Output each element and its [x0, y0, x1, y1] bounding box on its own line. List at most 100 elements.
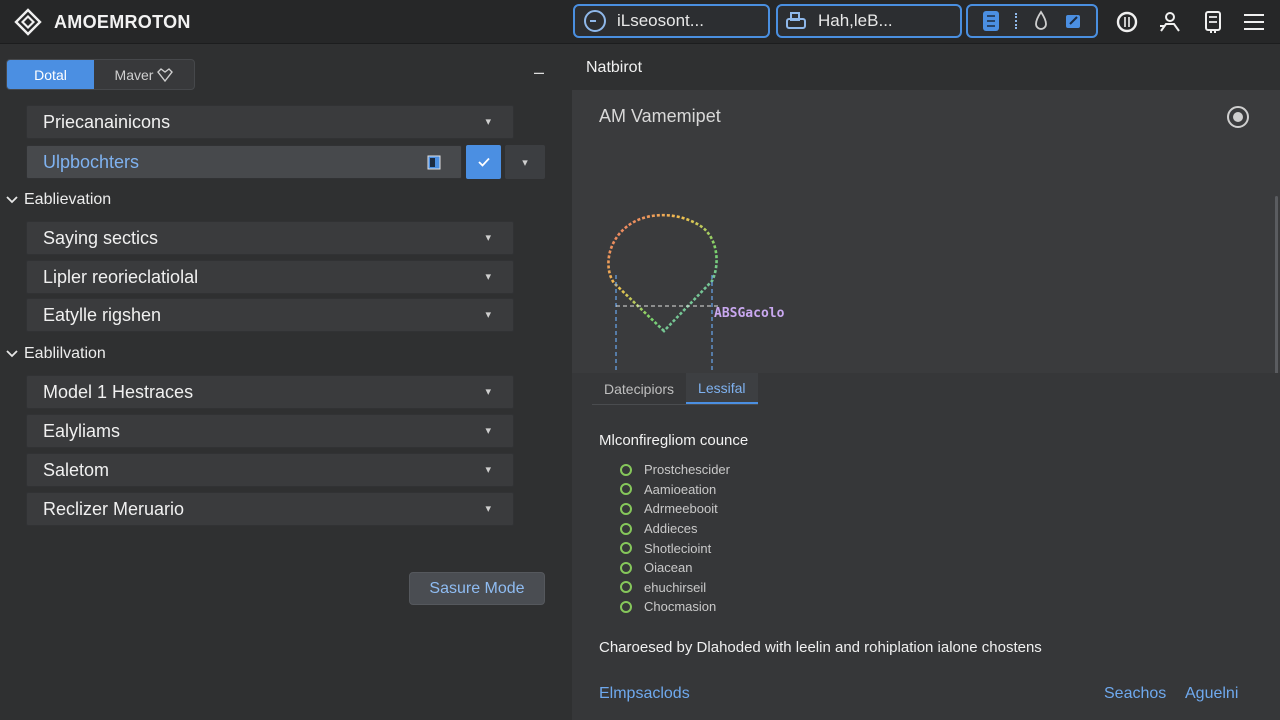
separator	[1015, 13, 1018, 29]
search-field-2-text: Hah,leB...	[818, 11, 893, 30]
radio-icon	[620, 542, 632, 555]
logo-icon	[14, 8, 42, 36]
examples-link[interactable]: Elmpsaclods	[599, 685, 690, 703]
save-icon[interactable]	[1199, 8, 1227, 36]
cube-icon[interactable]	[1064, 12, 1082, 30]
group-header-1[interactable]: Eablievation	[6, 191, 111, 209]
chevron-down-icon: ▾	[522, 156, 528, 169]
view-toggle: Dotal Maver	[6, 59, 195, 90]
option-list: Prostchescider Aamioeation Adrmeebooit A…	[620, 460, 730, 617]
list-item[interactable]: Reclizer Meruario ▾	[26, 492, 514, 526]
agent-link[interactable]: Aguelni	[1185, 685, 1238, 703]
user-swap-icon[interactable]	[1156, 8, 1184, 36]
left-panel: Dotal Maver – Priecanainicons ▾ Ulpbocht…	[0, 45, 571, 720]
chevron-down-icon: ▾	[485, 386, 491, 398]
list-item-label: Priecanainicons	[43, 111, 171, 132]
document-icon	[427, 155, 441, 170]
chevron-down-icon: ▾	[485, 503, 491, 515]
chevron-down-icon: ▾	[485, 464, 491, 476]
search-field-1[interactable]: iLseosont...	[573, 4, 770, 38]
option-label: Addieces	[644, 521, 698, 537]
list-item-label: Ulpbochters	[43, 151, 140, 172]
top-bar: AMOEMROTON iLseosont... Hah,leB...	[0, 0, 1280, 44]
chevron-down-icon: ▾	[485, 116, 491, 128]
group-label: Eablievation	[24, 191, 112, 208]
tab-lessifal[interactable]: Lessifal	[686, 373, 758, 404]
app-title: AMOEMROTON	[54, 11, 191, 32]
radio-option[interactable]: Prostchescider	[620, 460, 730, 480]
circle-icon[interactable]	[1113, 8, 1141, 36]
tab-bar: Datecipiors Lessifal	[592, 373, 758, 405]
list-item[interactable]: Priecanainicons ▾	[26, 105, 514, 139]
list-item[interactable]: Eatylle rigshen ▾	[26, 298, 514, 332]
minimize-icon[interactable]: –	[530, 62, 548, 82]
segment-detail[interactable]: Dotal	[7, 60, 94, 89]
right-panel: Natbirot AM Vamemipet ABSGacolo Datecipi…	[572, 45, 1280, 720]
chevron-down-icon	[6, 194, 18, 206]
group-header-2[interactable]: Eablilvation	[6, 345, 106, 363]
printer-icon	[784, 10, 808, 32]
chevron-down-icon: ▾	[485, 271, 491, 283]
list-item[interactable]: Model 1 Hestraces ▾	[26, 375, 514, 409]
search-link[interactable]: Seachos	[1104, 685, 1166, 703]
radio-option[interactable]: Shotlecioint	[620, 538, 730, 558]
section-title: Mlconfiregliom counce	[599, 432, 749, 449]
segment-maver[interactable]: Maver	[94, 60, 194, 89]
chevron-down-icon: ▾	[485, 309, 491, 321]
radio-icon	[620, 600, 632, 613]
option-label: Aamioeation	[644, 481, 717, 497]
menu-icon[interactable]	[1240, 8, 1268, 36]
radio-icon	[620, 561, 632, 574]
card-title: AM Vamemipet	[599, 106, 721, 126]
radio-icon	[620, 463, 632, 476]
list-item-label: Model 1 Hestraces	[43, 381, 194, 402]
radio-option[interactable]: Aamioeation	[620, 480, 730, 500]
help-icon[interactable]	[1226, 105, 1250, 129]
tab-descriptors[interactable]: Datecipiors	[592, 373, 686, 404]
list-item[interactable]: Saletom ▾	[26, 453, 514, 487]
search-field-2[interactable]: Hah,leB...	[776, 4, 962, 38]
radio-icon	[620, 502, 632, 515]
list-item-selected[interactable]: Ulpbochters	[26, 145, 462, 179]
grid-icon[interactable]	[982, 10, 1000, 32]
option-label: Oiacean	[644, 560, 693, 576]
tabs-section: Datecipiors Lessifal Mlconfiregliom coun…	[572, 373, 1280, 720]
radio-option[interactable]: Chocmasion	[620, 597, 730, 617]
drip-icon[interactable]	[1033, 10, 1049, 32]
list-item-label: Lipler reorieclatiolal	[43, 266, 199, 287]
list-item[interactable]: Saying sectics ▾	[26, 221, 514, 255]
radio-icon	[620, 581, 632, 594]
radio-option[interactable]: Adrmeebooit	[620, 499, 730, 519]
radio-option[interactable]: Addieces	[620, 519, 730, 539]
option-label: Prostchescider	[644, 462, 730, 478]
option-label: ehuchirseil	[644, 579, 707, 595]
list-item-label: Saying sectics	[43, 227, 159, 248]
preview-figure: ABSGacolo	[602, 203, 832, 393]
chevron-down-icon: ▾	[485, 232, 491, 244]
radio-icon	[620, 522, 632, 535]
heart-icon	[157, 67, 174, 82]
radio-option[interactable]: Oiacean	[620, 558, 730, 578]
brand: AMOEMROTON	[14, 8, 191, 36]
check-icon	[477, 157, 490, 167]
option-label: Shotlecioint	[644, 540, 712, 556]
list-item[interactable]: Lipler reorieclatiolal ▾	[26, 260, 514, 294]
segment-maver-label: Maver	[114, 66, 154, 83]
list-item-label: Reclizer Meruario	[43, 498, 185, 519]
option-label: Chocmasion	[644, 599, 717, 615]
dropdown-button[interactable]: ▾	[505, 145, 545, 179]
search-field-1-text: iLseosont...	[617, 11, 704, 30]
chevron-down-icon: ▾	[485, 425, 491, 437]
figure-label: ABSGacolo	[714, 306, 785, 321]
chevron-down-icon	[6, 348, 18, 360]
confirm-button[interactable]	[466, 145, 501, 179]
heart-shape	[607, 213, 718, 333]
list-item[interactable]: Ealyliams ▾	[26, 414, 514, 448]
tool-group	[966, 4, 1098, 38]
group-label: Eablilvation	[24, 345, 106, 362]
panel-title: Natbirot	[586, 59, 643, 76]
radio-icon	[620, 483, 632, 496]
description-text: Charoesed by Dlahoded with leelin and ro…	[599, 639, 1042, 656]
radio-option[interactable]: ehuchirseil	[620, 578, 730, 598]
sure-mode-button[interactable]: Sasure Mode	[409, 572, 545, 605]
